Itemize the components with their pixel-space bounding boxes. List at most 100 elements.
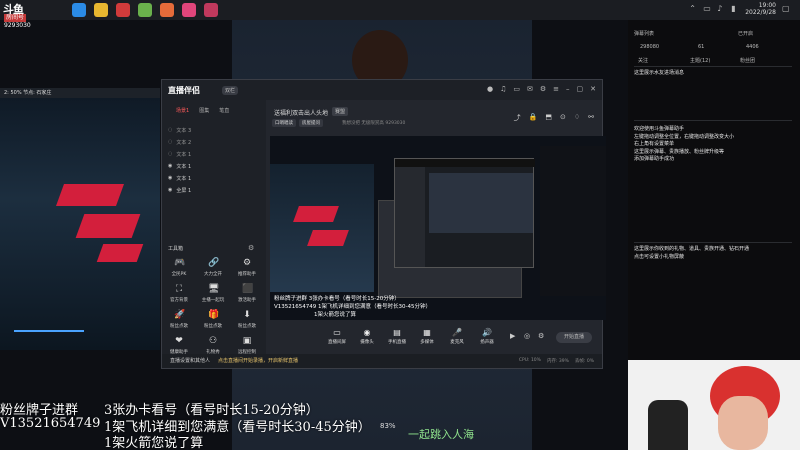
streamer-face (718, 396, 768, 450)
tool-icon: ⚙ (242, 258, 252, 268)
tool-play-together[interactable]: 🖥 主播一起玩 (198, 284, 228, 303)
tool-health[interactable]: ❤ 健康助手 (164, 336, 194, 355)
edge-icon[interactable] (72, 3, 86, 17)
room-category[interactable]: 赛盟 (332, 107, 349, 116)
tab-straight[interactable]: 笔直 (219, 107, 229, 114)
tool-full-power[interactable]: 🔗 大力全开 (198, 258, 228, 277)
tool-gift-show[interactable]: ⚇ 礼物秀 (198, 336, 228, 355)
overlay-lyric: 一起跳入人海 (408, 428, 474, 441)
app-green-icon[interactable] (138, 3, 152, 17)
avatar-icon[interactable]: ● (487, 85, 493, 93)
red-logo-shape (293, 206, 339, 222)
tool-speaker[interactable]: 🔊 扬声器 (472, 328, 502, 345)
left-stream-preview (0, 98, 160, 350)
tool-camera[interactable]: ◉ 摄像头 (352, 328, 382, 345)
minimize-icon[interactable]: – (566, 85, 570, 93)
layer-item[interactable]: ◌ 文本 2 (168, 138, 191, 146)
layer-item[interactable]: ◌ 文本 3 (168, 126, 191, 134)
battery-icon[interactable]: ▮ (731, 5, 739, 13)
eye-icon[interactable]: ◉ (168, 175, 172, 181)
app-rose-icon[interactable] (204, 3, 218, 17)
tool-screen-capture[interactable]: ▭ 直播间屏 (322, 328, 352, 345)
tool-pk[interactable]: 🎮 全民PK (164, 258, 194, 277)
gear-icon[interactable]: ⚙ (540, 85, 546, 93)
app-red-icon[interactable] (116, 3, 130, 17)
taskbar: 斗鱼 ⌃ ▭ ♪ ▮ 19:00 2022/9/28 ▢ (0, 0, 800, 20)
share-icon[interactable]: ⤴ (514, 113, 521, 123)
tool-remote-control[interactable]: ▣ 远程控制 (232, 336, 262, 355)
panel-status[interactable]: 已开启 (738, 30, 753, 37)
tab-gallery[interactable]: 图集 (199, 107, 209, 114)
chip[interactable]: 口哨唱读 (272, 119, 296, 127)
streamer-cam (628, 360, 800, 450)
layer-item[interactable]: ◉ 文本 1 (168, 174, 191, 182)
version-badge[interactable]: 双栏 (222, 86, 239, 95)
start-live-button[interactable]: 开始直播 (556, 332, 592, 343)
pin-icon[interactable]: ⊙ (560, 113, 566, 123)
toolbox-gear-icon[interactable]: ⚙ (248, 244, 254, 252)
tool-background[interactable]: ⛶ 官方背景 (164, 284, 194, 303)
chevron-up-icon[interactable]: ⌃ (689, 5, 697, 13)
volume-icon[interactable]: ♪ (717, 5, 725, 13)
record-icon[interactable]: ⬒ (545, 113, 552, 123)
nested-video (429, 173, 533, 233)
lock-icon[interactable]: 🔒 (529, 113, 538, 123)
maximize-icon[interactable]: ▢ (577, 85, 584, 93)
tool-phone[interactable]: ▤ 手机直播 (382, 328, 412, 345)
mail-icon[interactable]: ✉ (527, 85, 533, 93)
tab-scene-1[interactable]: 场景1 (176, 107, 189, 114)
stat-label-topics[interactable]: 主题(12) (690, 57, 710, 64)
layer-item[interactable]: ◉ 全屏 1 (168, 186, 191, 194)
tool-song-1[interactable]: 🚀 粉丝点歌 (164, 310, 194, 329)
explorer-icon[interactable] (94, 3, 108, 17)
live-companion-window: 直播伴侣 双栏 ● ♫ ▭ ✉ ⚙ ≡ – ▢ ✕ 场景1 图集 笔直 ◌ 文本 … (161, 79, 606, 369)
app-pink-icon[interactable] (182, 3, 196, 17)
layer-item[interactable]: ◉ 文本 1 (168, 162, 191, 170)
douyu-app-icon[interactable] (160, 3, 174, 17)
chat-icon[interactable]: ▭ (513, 85, 520, 93)
tool-activate[interactable]: ⬛ 激活助手 (232, 284, 262, 303)
caption-line: V13521654749 1架飞机详细到您满意（看号时长30-45分钟） (274, 304, 431, 310)
chip[interactable]: 房屋提问 (299, 119, 323, 127)
stat-label-fans[interactable]: 粉丝团 (740, 57, 755, 64)
room-title[interactable]: 送福利双击出人头地 (274, 108, 328, 117)
nested-sidebar (395, 167, 425, 267)
tool-media[interactable]: ▦ 多媒体 (412, 328, 442, 345)
tool-microphone[interactable]: 🎤 麦克风 (442, 328, 472, 345)
eye-icon[interactable]: ◌ (168, 127, 172, 133)
divider (634, 242, 792, 243)
record-dot-icon[interactable]: ◎ (524, 332, 530, 340)
network-icon[interactable]: ▭ (703, 5, 711, 13)
entry-message: 这里展示水友进场消息 (634, 70, 685, 76)
tool-song-2[interactable]: 🎁 粉丝点歌 (198, 310, 228, 329)
tool-icon: 🖥 (208, 284, 220, 294)
video-icon[interactable]: ▶ (510, 332, 515, 340)
link-icon[interactable]: ⚯ (588, 113, 594, 123)
eye-icon[interactable]: ◉ (168, 187, 172, 193)
panel-title: 弹幕列表 (634, 31, 655, 37)
scene-tabs: 场景1 图集 笔直 (176, 107, 229, 114)
stat-label-followers[interactable]: 关注 (638, 57, 648, 64)
microphone-icon: 🎤 (452, 328, 462, 337)
stream-preview[interactable]: 粉丝牌子进群 3张办卡看号（看号时长15-20分钟） V13521654749 … (270, 136, 606, 320)
tool-song-3[interactable]: ⬇ 粉丝点歌 (232, 310, 262, 329)
left-preview-strip: 2: 50% 节点: 石家庄 (0, 88, 160, 98)
tool-icon: ⛶ (175, 284, 183, 294)
bell-icon[interactable]: ♢ (574, 113, 580, 123)
overlay-line-3: 1架火箭您说了算 (104, 436, 204, 450)
settings-icon[interactable]: ⚙ (538, 332, 544, 340)
eye-icon[interactable]: ◌ (168, 139, 172, 145)
notification-icon[interactable]: ▢ (782, 5, 790, 13)
room-info: 房间号 9293030 (4, 14, 31, 29)
close-icon[interactable]: ✕ (590, 85, 596, 93)
layer-item[interactable]: ◌ 文本 1 (168, 150, 191, 158)
clock[interactable]: 19:00 2022/9/28 (745, 2, 776, 16)
eye-icon[interactable]: ◉ (168, 163, 172, 169)
tool-recommend[interactable]: ⚙ 推荐助手 (232, 258, 262, 277)
caption-line: 粉丝牌子进群 3张办卡看号（看号时长15-20分钟） (274, 296, 400, 302)
headset-icon[interactable]: ♫ (500, 85, 506, 93)
status-link[interactable]: 点击直播间开始录播，开启新鲜直播 (218, 357, 298, 364)
menu-icon[interactable]: ≡ (553, 85, 559, 93)
stat-followers: 298080 (640, 44, 660, 50)
eye-icon[interactable]: ◌ (168, 151, 172, 157)
